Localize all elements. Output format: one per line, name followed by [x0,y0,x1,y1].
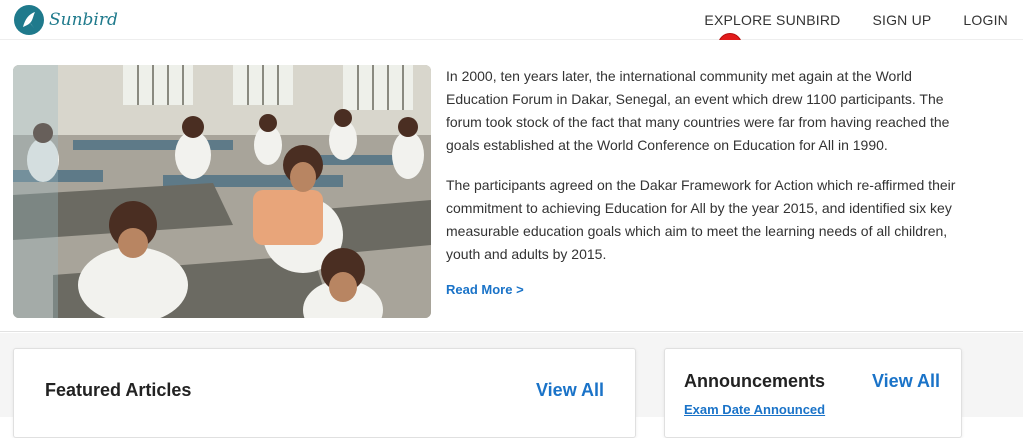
announcements-card: Announcements View All Exam Date Announc… [664,348,962,438]
content-area: Featured Articles View All Announcements… [0,333,1023,438]
announcements-view-all-link[interactable]: View All [872,371,940,392]
nav-explore-sunbird[interactable]: EXPLORE SUNBIRD [704,12,840,28]
top-navbar: Sunbird EXPLORE SUNBIRD SIGN UP LOGIN [0,0,1023,40]
read-more-link[interactable]: Read More > [446,282,524,297]
hero-description: In 2000, ten years later, the internatio… [446,65,966,283]
featured-articles-card: Featured Articles View All [13,348,636,438]
classroom-exam-photo [13,65,431,318]
brand-name: Sunbird [49,10,118,30]
hero-paragraph-1: In 2000, ten years later, the internatio… [446,68,950,153]
hero-section: In 2000, ten years later, the internatio… [0,40,1023,332]
featured-articles-title: Featured Articles [45,380,192,400]
announcements-title: Announcements [684,371,826,391]
nav-sign-up[interactable]: SIGN UP [872,12,931,28]
brand-logo[interactable]: Sunbird [14,5,118,35]
nav-login[interactable]: LOGIN [963,12,1008,28]
hero-paragraph-2: The participants agreed on the Dakar Fra… [446,177,956,262]
announcement-item[interactable]: Exam Date Announced [684,402,825,417]
bird-logo-icon [14,5,44,35]
featured-view-all-link[interactable]: View All [536,380,604,401]
